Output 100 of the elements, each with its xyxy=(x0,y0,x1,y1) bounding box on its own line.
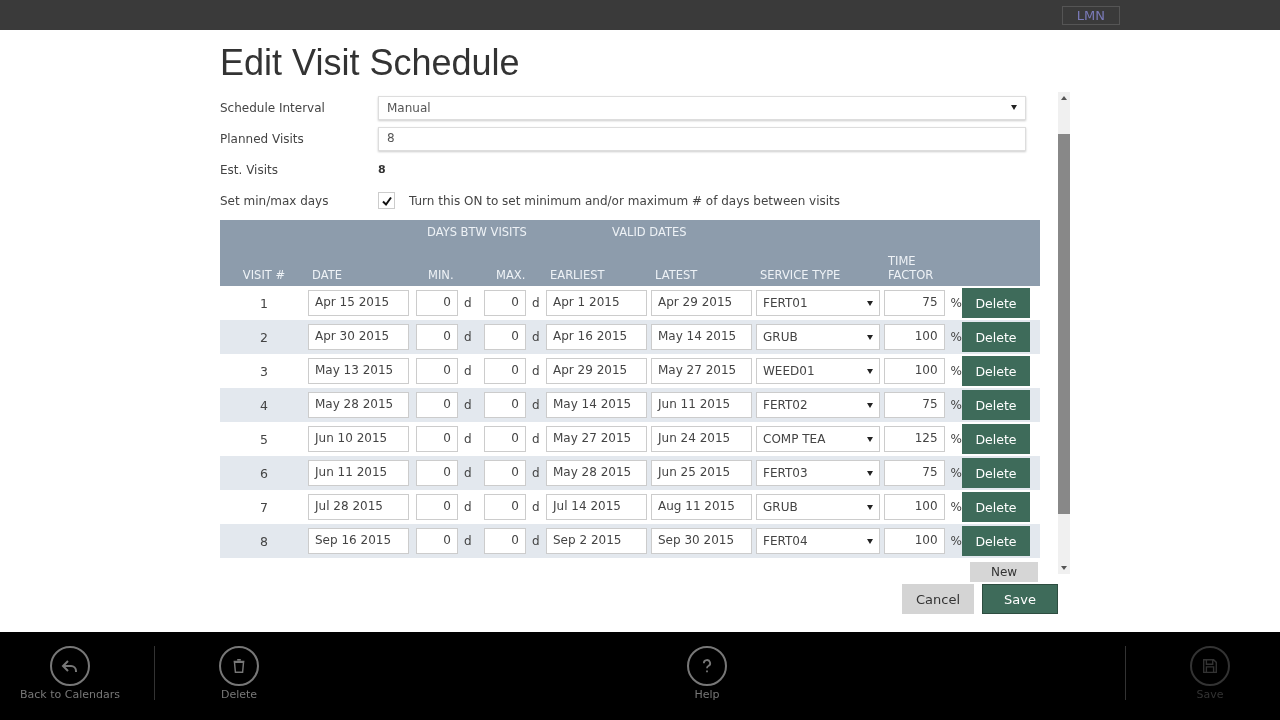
latest-date-field[interactable]: Sep 30 2015 xyxy=(651,528,752,554)
unit-label: d xyxy=(464,364,472,378)
field-label: Planned Visits xyxy=(220,131,305,146)
date-field[interactable]: May 28 2015 xyxy=(308,392,409,418)
time-factor-field[interactable]: 125 xyxy=(884,426,945,452)
latest-date-field[interactable]: Apr 29 2015 xyxy=(651,290,752,316)
field-label: Set min/max days xyxy=(220,193,330,208)
dropdown-icon xyxy=(867,402,873,408)
service-type-select[interactable]: FERT01 xyxy=(756,290,880,316)
cancel-button[interactable]: Cancel xyxy=(902,584,974,614)
earliest-date-field[interactable]: Jul 14 2015 xyxy=(546,494,647,520)
service-type-select[interactable]: FERT04 xyxy=(756,528,880,554)
delete-button[interactable]: Delete xyxy=(962,424,1030,454)
min-days-field[interactable]: 0 xyxy=(416,392,458,418)
max-days-field[interactable]: 0 xyxy=(484,426,526,452)
earliest-date-field[interactable]: Apr 16 2015 xyxy=(546,324,647,350)
delete-button[interactable]: Delete xyxy=(962,458,1030,488)
min-days-field[interactable]: 0 xyxy=(416,528,458,554)
delete-button[interactable]: Delete xyxy=(962,288,1030,318)
earliest-date-field[interactable]: Sep 2 2015 xyxy=(546,528,647,554)
checkbox-label: Turn this ON to set minimum and/or maximum # of days between visits xyxy=(409,193,841,208)
checkbox[interactable] xyxy=(378,192,395,209)
service-type-select[interactable]: WEED01 xyxy=(756,358,880,384)
trash-icon[interactable] xyxy=(219,646,259,686)
save-button[interactable]: Save xyxy=(982,584,1058,614)
unit-label: d xyxy=(532,432,540,446)
min-days-field[interactable]: 0 xyxy=(416,358,458,384)
time-factor-field[interactable]: 100 xyxy=(884,494,945,520)
scroll-thumb[interactable] xyxy=(1058,134,1070,514)
new-button[interactable]: New xyxy=(970,562,1038,582)
latest-date-field[interactable]: Jun 25 2015 xyxy=(651,460,752,486)
earliest-date-field[interactable]: Apr 1 2015 xyxy=(546,290,647,316)
dropdown-icon xyxy=(867,436,873,442)
scrollbar[interactable] xyxy=(1058,92,1070,574)
delete-button[interactable]: Delete xyxy=(962,322,1030,352)
date-field[interactable]: Jul 28 2015 xyxy=(308,494,409,520)
input-field[interactable]: 8 xyxy=(378,126,1026,151)
time-factor-field[interactable]: 75 xyxy=(884,290,945,316)
field-label: Schedule Interval xyxy=(220,100,326,115)
time-factor-field[interactable]: 100 xyxy=(884,358,945,384)
date-field[interactable]: Apr 15 2015 xyxy=(308,290,409,316)
max-days-field[interactable]: 0 xyxy=(484,392,526,418)
unit-label: % xyxy=(950,466,962,480)
date-field[interactable]: May 13 2015 xyxy=(308,358,409,384)
unit-label: % xyxy=(950,432,962,446)
service-type-select[interactable]: GRUB xyxy=(756,494,880,520)
help-icon[interactable] xyxy=(687,646,727,686)
service-type-select[interactable]: COMP TEA xyxy=(756,426,880,452)
unit-label: d xyxy=(464,534,472,548)
unit-label: d xyxy=(464,500,472,514)
time-factor-field[interactable]: 100 xyxy=(884,528,945,554)
back-icon[interactable] xyxy=(50,646,90,686)
latest-date-field[interactable]: May 14 2015 xyxy=(651,324,752,350)
min-days-field[interactable]: 0 xyxy=(416,290,458,316)
date-field[interactable]: Jun 10 2015 xyxy=(308,426,409,452)
latest-date-field[interactable]: Jun 24 2015 xyxy=(651,426,752,452)
unit-label: % xyxy=(950,500,962,514)
service-type-select[interactable]: GRUB xyxy=(756,324,880,350)
min-days-field[interactable]: 0 xyxy=(416,426,458,452)
visit-number: 1 xyxy=(259,295,269,311)
min-days-field[interactable]: 0 xyxy=(416,494,458,520)
time-factor-field[interactable]: 75 xyxy=(884,392,945,418)
max-days-field[interactable]: 0 xyxy=(484,358,526,384)
date-field[interactable]: Jun 11 2015 xyxy=(308,460,409,486)
time-factor-field[interactable]: 75 xyxy=(884,460,945,486)
unit-label: d xyxy=(532,364,540,378)
delete-button[interactable]: Delete xyxy=(962,356,1030,386)
unit-label: d xyxy=(532,466,540,480)
max-days-field[interactable]: 0 xyxy=(484,528,526,554)
max-days-field[interactable]: 0 xyxy=(484,494,526,520)
unit-label: d xyxy=(532,330,540,344)
earliest-date-field[interactable]: May 27 2015 xyxy=(546,426,647,452)
unit-label: % xyxy=(950,330,962,344)
delete-button[interactable]: Delete xyxy=(962,492,1030,522)
unit-label: d xyxy=(464,330,472,344)
date-field[interactable]: Apr 30 2015 xyxy=(308,324,409,350)
dropdown-icon xyxy=(867,334,873,340)
earliest-date-field[interactable]: May 28 2015 xyxy=(546,460,647,486)
service-type-select[interactable]: FERT03 xyxy=(756,460,880,486)
earliest-date-field[interactable]: May 14 2015 xyxy=(546,392,647,418)
time-factor-field[interactable]: 100 xyxy=(884,324,945,350)
service-type-select[interactable]: FERT02 xyxy=(756,392,880,418)
date-field[interactable]: Sep 16 2015 xyxy=(308,528,409,554)
delete-button[interactable]: Delete xyxy=(962,526,1030,556)
delete-button[interactable]: Delete xyxy=(962,390,1030,420)
check-icon xyxy=(380,194,393,207)
min-days-field[interactable]: 0 xyxy=(416,460,458,486)
latest-date-field[interactable]: Jun 11 2015 xyxy=(651,392,752,418)
max-days-field[interactable]: 0 xyxy=(484,460,526,486)
latest-date-field[interactable]: Aug 11 2015 xyxy=(651,494,752,520)
column-header: SERVICE TYPE xyxy=(759,268,842,282)
visit-number: 8 xyxy=(259,533,269,549)
min-days-field[interactable]: 0 xyxy=(416,324,458,350)
interval-select[interactable]: Manual xyxy=(378,95,1026,120)
max-days-field[interactable]: 0 xyxy=(484,324,526,350)
max-days-field[interactable]: 0 xyxy=(484,290,526,316)
unit-label: d xyxy=(532,534,540,548)
visit-number: 4 xyxy=(259,397,269,413)
latest-date-field[interactable]: May 27 2015 xyxy=(651,358,752,384)
earliest-date-field[interactable]: Apr 29 2015 xyxy=(546,358,647,384)
